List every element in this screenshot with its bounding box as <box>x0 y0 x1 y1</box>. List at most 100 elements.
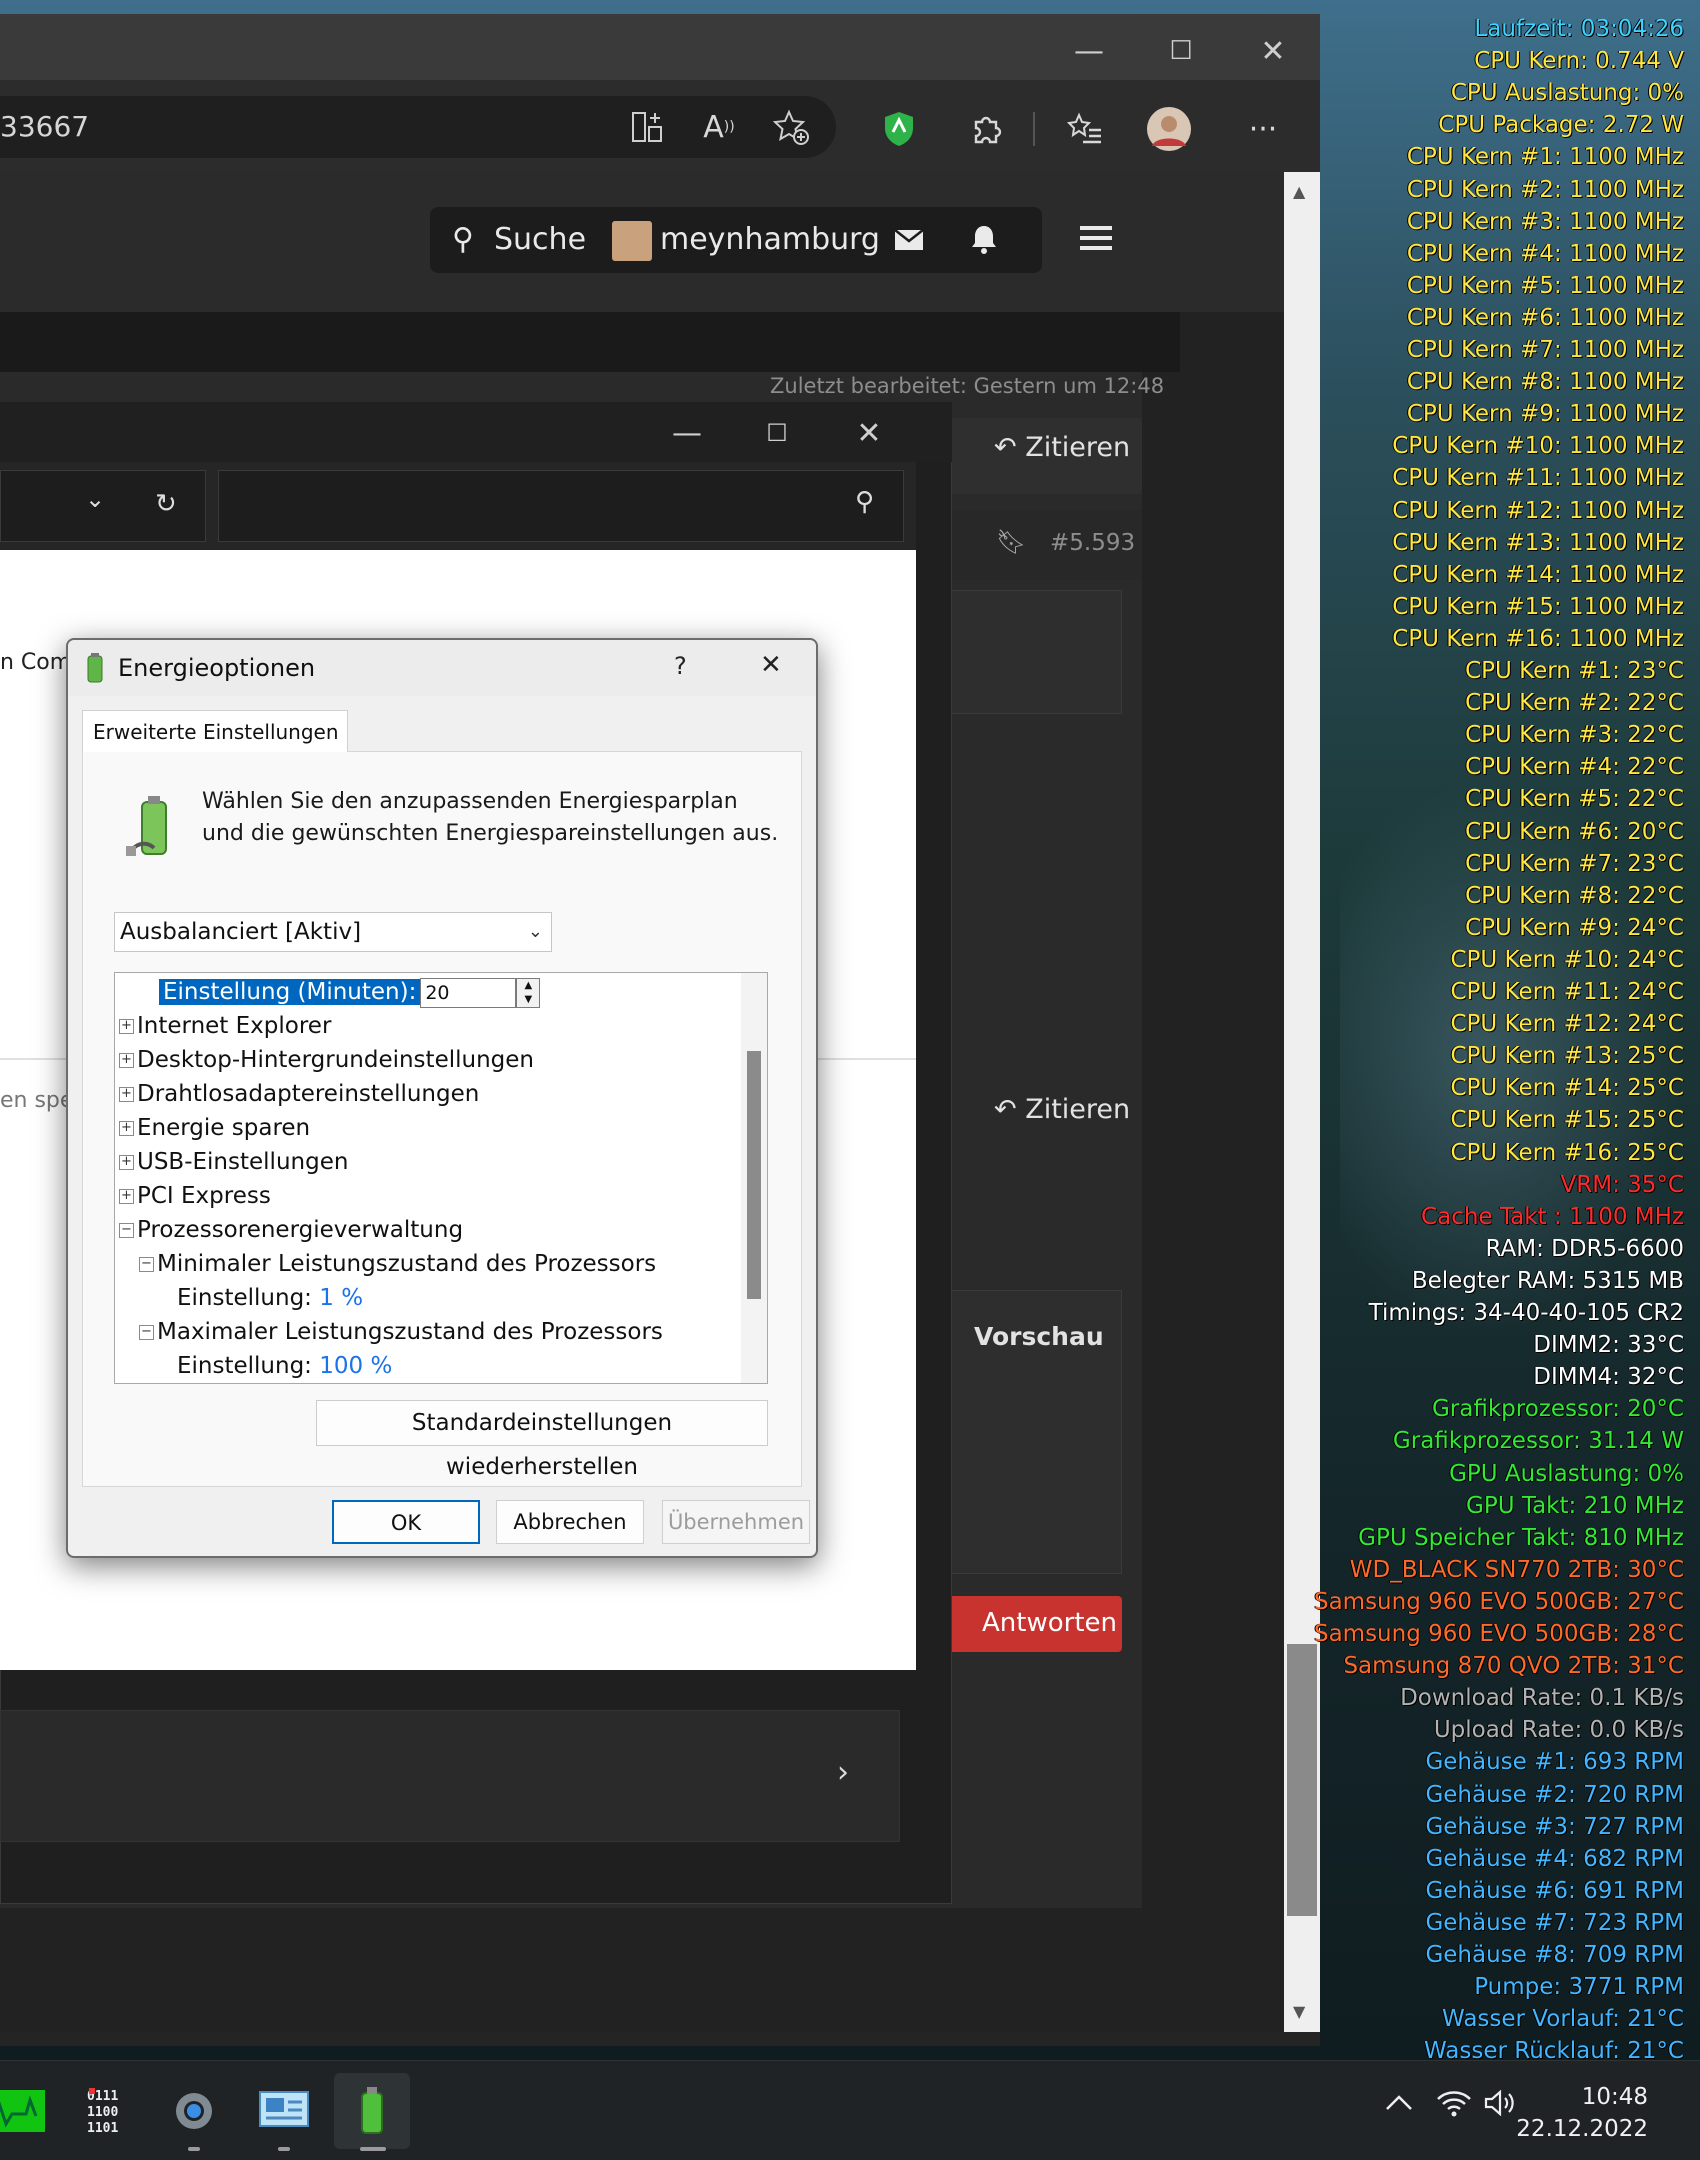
sensor-reading: Pumpe: 3771 RPM <box>1474 1974 1684 2001</box>
tree-item-max-state[interactable]: − Maximaler Leistungszustand des Prozesso… <box>139 1315 663 1349</box>
tray-clock[interactable]: 10:48 22.12.2022 <box>1516 2081 1648 2145</box>
wifi-icon[interactable] <box>1436 2089 1472 2121</box>
search-link[interactable]: Suche <box>494 207 586 273</box>
tree-scrollbar[interactable] <box>741 973 767 1383</box>
restore-defaults-button[interactable]: Standardeinstellungen wiederherstellen <box>316 1400 768 1480</box>
bg-minimize-button[interactable]: — <box>662 408 712 458</box>
tree-item[interactable]: + Desktop-Hintergrundeinstellungen <box>119 1043 534 1077</box>
collapse-icon[interactable]: − <box>139 1257 154 1272</box>
chevron-right-icon[interactable]: › <box>837 1755 849 1790</box>
quote-button-1[interactable]: ↶ Zitieren <box>994 432 1130 463</box>
tab-advanced-settings[interactable]: Erweiterte Einstellungen <box>82 710 348 752</box>
sensor-reading: DIMM2: 33°C <box>1533 1332 1684 1359</box>
settings-tree[interactable]: Einstellung (Minuten): 20 ▲ ▼ + Internet Exp… <box>114 972 768 1384</box>
help-button[interactable]: ? <box>674 652 687 680</box>
mail-icon[interactable] <box>894 227 924 257</box>
clock-date: 22.12.2022 <box>1516 2116 1648 2142</box>
running-indicator <box>188 2147 200 2151</box>
minutes-spinner[interactable]: ▲ ▼ <box>516 977 541 1008</box>
quote-icon: ↶ <box>994 432 1017 463</box>
preview-button[interactable]: Vorschau <box>974 1322 1104 1351</box>
expand-icon[interactable]: + <box>119 1155 134 1170</box>
ok-button[interactable]: OK <box>332 1500 480 1544</box>
tree-setting-max[interactable]: Einstellung: 100 % <box>177 1349 392 1383</box>
minutes-input[interactable]: 20 <box>420 977 517 1008</box>
path-box[interactable]: ⌄ ↻ <box>0 470 206 542</box>
browser-maximize-button[interactable]: ☐ <box>1156 26 1206 76</box>
sensor-reading: Gehäuse #1: 693 RPM <box>1425 1749 1684 1776</box>
sensor-reading: Upload Rate: 0.0 KB/s <box>1433 1717 1684 1744</box>
bookmark-icon[interactable]: 🔖︎ <box>996 528 1026 556</box>
tree-item[interactable]: + Energie sparen <box>119 1111 310 1145</box>
expand-icon[interactable]: + <box>119 1121 134 1136</box>
sensor-reading: CPU Kern #13: 1100 MHz <box>1392 529 1684 556</box>
settings-gear-icon[interactable] <box>156 2073 232 2151</box>
cancel-button[interactable]: Abbrechen <box>496 1500 644 1544</box>
browser-close-button[interactable]: ✕ <box>1248 26 1298 76</box>
read-aloud-icon[interactable]: A)) <box>694 102 744 152</box>
search-icon[interactable]: ⚲ <box>452 207 474 273</box>
refresh-icon[interactable]: ↻ <box>155 489 177 519</box>
shield-extension-icon[interactable] <box>874 104 924 154</box>
browser-minimize-button[interactable]: — <box>1064 26 1114 76</box>
sensor-reading: GPU Takt: 210 MHz <box>1466 1492 1684 1519</box>
sensor-reading: GPU Speicher Takt: 810 MHz <box>1358 1524 1684 1551</box>
expand-icon[interactable]: + <box>119 1053 134 1068</box>
bottom-nav-card[interactable]: › <box>0 1710 900 1842</box>
tree-item-label: USB-Einstellungen <box>137 1149 349 1175</box>
tree-item[interactable]: + USB-Einstellungen <box>119 1145 348 1179</box>
search-icon[interactable]: ⚲ <box>855 487 874 517</box>
control-panel-icon[interactable] <box>246 2073 322 2151</box>
quote-button-2[interactable]: ↶ Zitieren <box>994 1094 1130 1125</box>
chevron-down-icon[interactable]: ⌄ <box>85 485 105 513</box>
chevron-up-icon[interactable] <box>1384 2093 1414 2117</box>
extensions-puzzle-icon[interactable] <box>962 104 1012 154</box>
expand-icon[interactable]: + <box>119 1189 134 1204</box>
sensor-reading: Wasser Vorlauf: 21°C <box>1442 2006 1684 2033</box>
hwinfo-sensors-icon[interactable]: 0111 1100 1101 <box>72 2073 148 2149</box>
tree-item-min-state[interactable]: − Minimaler Leistungszustand des Prozesso… <box>139 1247 656 1281</box>
tree-item[interactable]: − Prozessorenergieverwaltung <box>119 1213 463 1247</box>
tree-item[interactable]: + Internet Explorer <box>119 1009 331 1043</box>
reply-button[interactable]: Antworten <box>930 1596 1122 1652</box>
sensor-reading: Samsung 870 QVO 2TB: 31°C <box>1343 1653 1684 1680</box>
tree-item[interactable]: + Drahtlosadaptereinstellungen <box>119 1077 479 1111</box>
power-plan-select[interactable]: Ausbalanciert [Aktiv] ⌄ <box>114 912 552 952</box>
bg-close-button[interactable]: ✕ <box>844 408 894 458</box>
sensor-reading: GPU Auslastung: 0% <box>1449 1460 1684 1487</box>
user-avatar[interactable] <box>612 221 652 261</box>
sensor-overlay: Laufzeit: 03:04:26 CPU Kern: 0.744 V CPU A… <box>1300 10 1700 2064</box>
profile-avatar[interactable] <box>1144 104 1194 154</box>
address-bar[interactable]: 33667 A)) <box>0 96 836 158</box>
tree-setting-min[interactable]: Einstellung: 1 % <box>177 1281 363 1315</box>
sensor-reading: CPU Kern #9: 1100 MHz <box>1406 401 1684 428</box>
collapse-icon[interactable]: − <box>119 1223 134 1238</box>
sensor-reading: RAM: DDR5-6600 <box>1485 1235 1684 1262</box>
search-box[interactable]: ⚲ <box>218 470 904 542</box>
tree-scroll-thumb[interactable] <box>747 1051 761 1299</box>
hamburger-menu-icon[interactable] <box>1080 224 1112 256</box>
sensor-reading: Gehäuse #6: 691 RPM <box>1425 1877 1684 1904</box>
post-number[interactable]: #5.593 <box>1050 530 1135 556</box>
hwinfo-graph-icon[interactable] <box>0 2073 50 2149</box>
tree-item[interactable]: + PCI Express <box>119 1179 271 1213</box>
max-state-value[interactable]: 100 % <box>319 1353 392 1379</box>
favorites-icon[interactable] <box>1060 104 1110 154</box>
expand-icon[interactable]: + <box>119 1087 134 1102</box>
tree-item-label: Energie sparen <box>137 1115 311 1141</box>
apply-button[interactable]: Übernehmen <box>662 1500 810 1544</box>
add-favorite-icon[interactable] <box>766 102 816 152</box>
collapse-icon[interactable]: − <box>139 1325 154 1340</box>
min-state-value[interactable]: 1 % <box>319 1285 363 1311</box>
sensor-reading: Laufzeit: 03:04:26 <box>1474 16 1684 42</box>
tree-item-label: Desktop-Hintergrundeinstellungen <box>137 1047 534 1073</box>
dialog-close-button[interactable]: ✕ <box>760 650 782 680</box>
more-options-icon[interactable]: ··· <box>1238 104 1288 154</box>
power-options-icon[interactable] <box>334 2073 410 2151</box>
bg-maximize-button[interactable]: ☐ <box>752 408 802 458</box>
username-link[interactable]: meynhamburg <box>660 207 880 273</box>
notification-bell-icon[interactable] <box>970 223 998 259</box>
split-screen-icon[interactable] <box>622 102 672 152</box>
expand-icon[interactable]: + <box>119 1019 134 1034</box>
volume-icon[interactable] <box>1484 2089 1520 2121</box>
